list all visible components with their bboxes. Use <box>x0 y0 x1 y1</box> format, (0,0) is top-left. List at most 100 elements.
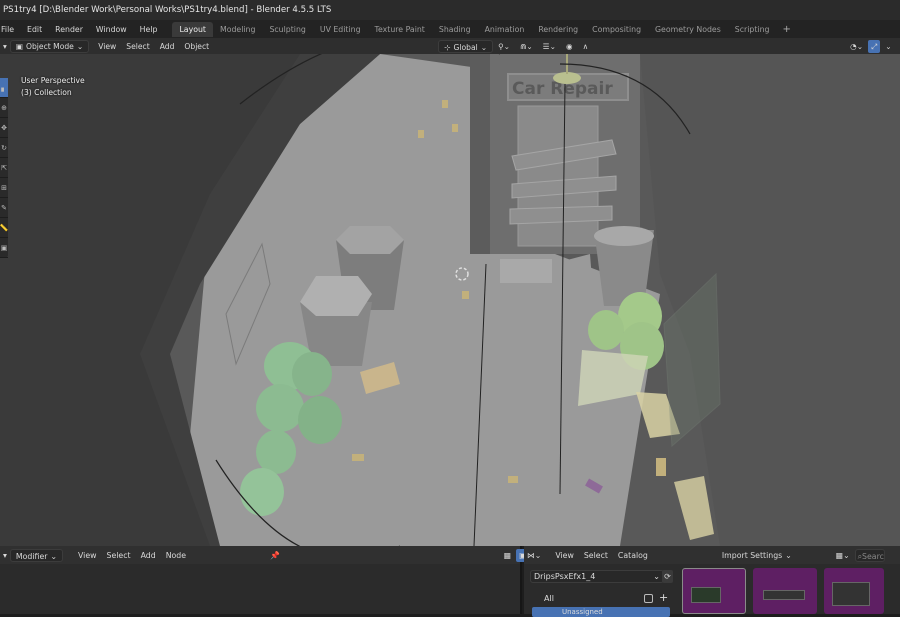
search-placeholder: Search <box>862 551 884 561</box>
step <box>500 259 552 283</box>
move-tool-icon[interactable]: ✥ <box>0 118 8 138</box>
menu-render[interactable]: Render <box>49 25 90 34</box>
catalog-view-icon[interactable] <box>644 594 653 603</box>
menu-select[interactable]: Select <box>102 549 136 562</box>
rotate-tool-icon[interactable]: ↻ <box>0 138 8 158</box>
3d-viewport[interactable]: Car Repair User Perspective (3) Collecti… <box>0 54 900 546</box>
chevron-down-icon: ⌄ <box>76 41 84 51</box>
tab-scripting[interactable]: Scripting <box>728 22 777 37</box>
tab-modeling[interactable]: Modeling <box>213 22 262 37</box>
tab-compositing[interactable]: Compositing <box>585 22 648 37</box>
tab-animation[interactable]: Animation <box>478 22 532 37</box>
snap-mode-icon[interactable]: ☰⌄ <box>538 40 561 53</box>
menu-select[interactable]: Select <box>579 549 613 562</box>
scale-tool-icon[interactable]: ⇱ <box>0 158 8 178</box>
debris-5 <box>352 454 364 461</box>
menu-add[interactable]: Add <box>136 549 161 562</box>
cursor-tool-icon[interactable]: ⊕ <box>0 98 8 118</box>
debris-7 <box>656 458 666 476</box>
menu-select[interactable]: Select <box>121 40 154 53</box>
debris-6 <box>508 476 518 483</box>
node-preview-icon <box>763 590 805 600</box>
tab-shading[interactable]: Shading <box>432 22 478 37</box>
asset-thumbnail-2[interactable] <box>753 568 817 614</box>
trash-lid-right <box>552 254 594 310</box>
menu-view[interactable]: View <box>550 549 579 562</box>
menu-help[interactable]: Help <box>134 25 165 34</box>
import-settings-dropdown[interactable]: Import Settings ⌄ <box>717 549 797 562</box>
pin-icon[interactable]: 📌 <box>265 549 285 562</box>
pivot-icon[interactable]: ⚲⌄ <box>493 40 515 53</box>
asset-thumbnail-3[interactable] <box>824 568 884 614</box>
editor-type-icon[interactable]: ▾ <box>0 549 10 562</box>
transform-orientation-dropdown[interactable]: ⊹ Global ⌄ <box>438 39 494 53</box>
chevron-down-icon: ⌄ <box>50 551 57 561</box>
asset-thumbnail-1[interactable] <box>682 568 746 614</box>
debris-1 <box>442 100 448 108</box>
door <box>517 105 599 247</box>
tab-rendering[interactable]: Rendering <box>531 22 585 37</box>
debris-3 <box>418 130 424 138</box>
visibility-icon[interactable]: ◔⌄ <box>845 40 868 53</box>
scene-render: Car Repair <box>0 54 900 546</box>
debris-4 <box>462 291 469 299</box>
viewport-header: ▾ ▣ Object Mode ⌄ View Select Add Object… <box>0 38 900 54</box>
collection-label: (3) Collection <box>21 88 72 97</box>
library-selector[interactable]: DripsPsxEfx1_4 ⌄ <box>530 570 664 583</box>
node-editor-header: ▾ Modifier ⌄ View Select Add Node 📌 ▦ ▣ … <box>0 546 541 564</box>
object-mode-dropdown[interactable]: ▣ Object Mode ⌄ <box>9 39 90 53</box>
tab-uv-editing[interactable]: UV Editing <box>313 22 368 37</box>
refresh-icon[interactable]: ⟳ <box>662 570 673 583</box>
measure-tool-icon[interactable]: 📏 <box>0 218 8 238</box>
window-title-bar: PS1try4 [D:\Blender Work\Personal Works\… <box>0 0 900 20</box>
tab-texture-paint[interactable]: Texture Paint <box>368 22 432 37</box>
tab-layout[interactable]: Layout <box>172 21 213 37</box>
modifier-dropdown[interactable]: Modifier ⌄ <box>9 548 63 562</box>
select-tool-icon[interactable]: ▖ <box>0 78 8 98</box>
perspective-label: User Perspective <box>21 76 85 85</box>
proportional-edit-icon[interactable]: ◉ <box>561 40 578 53</box>
menu-window[interactable]: Window <box>90 25 134 34</box>
menu-object[interactable]: Object <box>179 40 214 53</box>
add-workspace-button[interactable]: + <box>776 24 796 35</box>
gizmo-toggle-icon[interactable]: ⤢ <box>868 39 881 53</box>
search-field[interactable]: ⌕Search <box>854 548 885 562</box>
menu-catalog[interactable]: Catalog <box>613 549 653 562</box>
menu-node[interactable]: Node <box>161 549 191 562</box>
gizmo-dropdown-icon[interactable]: ⌄ <box>880 40 896 53</box>
menu-view[interactable]: View <box>93 40 121 53</box>
display-mode-icon[interactable]: ▦⌄ <box>831 549 855 562</box>
trash-can-back-lid <box>336 226 404 254</box>
add-cube-tool-icon[interactable]: ▣ <box>0 238 8 258</box>
library-label: DripsPsxEfx1_4 <box>534 572 596 581</box>
menu-add[interactable]: Add <box>155 40 180 53</box>
catalog-unassigned[interactable]: Unassigned <box>532 607 670 617</box>
falloff-icon[interactable]: ∧ <box>578 40 594 53</box>
chevron-down-icon: ⌄ <box>653 572 660 581</box>
catalog-all[interactable]: All <box>544 594 554 603</box>
back-wall-edge <box>470 54 490 254</box>
snap-icon[interactable]: ⋒⌄ <box>515 40 538 53</box>
catalog-unassigned-label: Unassigned <box>562 608 603 616</box>
editor-type-icon[interactable]: ⋈⌄ <box>524 549 544 562</box>
menu-view[interactable]: View <box>73 549 102 562</box>
chevron-down-icon: ⌄ <box>785 550 792 560</box>
window-title: PS1try4 [D:\Blender Work\Personal Works\… <box>3 5 332 15</box>
overlay-icon[interactable]: ▦ <box>499 549 516 562</box>
import-settings-label: Import Settings <box>721 550 783 560</box>
editor-type-icon[interactable]: ▾ <box>0 40 10 53</box>
object-mode-icon: ▣ <box>15 41 23 51</box>
annotate-tool-icon[interactable]: ✎ <box>0 198 8 218</box>
modifier-label: Modifier <box>15 551 48 561</box>
tab-sculpting[interactable]: Sculpting <box>262 22 312 37</box>
menu-file[interactable]: File <box>0 25 21 34</box>
menu-edit[interactable]: Edit <box>21 25 49 34</box>
transform-tool-icon[interactable]: ⊞ <box>0 178 8 198</box>
object-mode-label: Object Mode <box>26 41 74 51</box>
orientation-label: Global <box>453 42 478 52</box>
trash-bag-6 <box>240 468 284 516</box>
tab-geometry-nodes[interactable]: Geometry Nodes <box>648 22 728 37</box>
geometry-node-editor[interactable]: ▾ Modifier ⌄ View Select Add Node 📌 ▦ ▣ … <box>0 546 541 614</box>
node-preview-icon <box>691 587 721 603</box>
add-catalog-icon[interactable]: + <box>659 591 668 604</box>
